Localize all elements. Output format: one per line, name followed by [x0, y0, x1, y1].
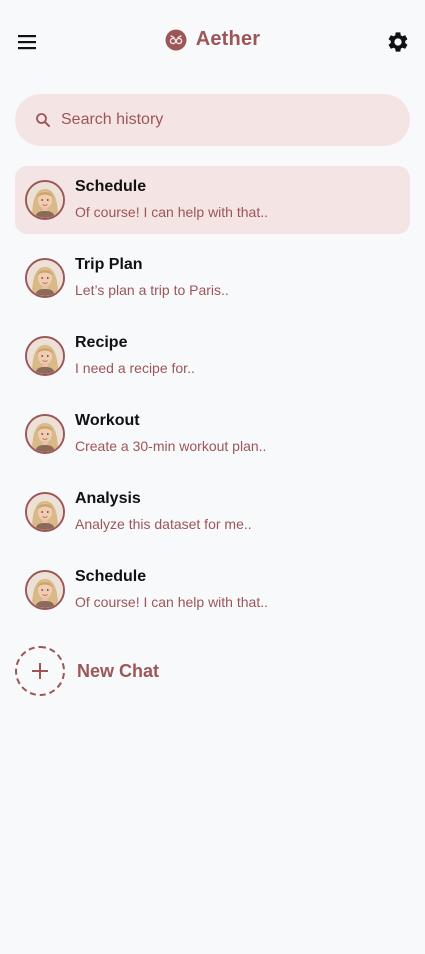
- history-item-preview: Of course! I can help with that..: [75, 594, 268, 610]
- gear-icon: [388, 32, 408, 52]
- app-name: Aether: [195, 28, 261, 50]
- history-item[interactable]: Schedule Of course! I can help with that…: [15, 556, 410, 624]
- top-app-bar: Aether: [0, 0, 425, 84]
- history-item-preview: I need a recipe for..: [75, 360, 195, 376]
- history-item-title: Analysis: [75, 490, 141, 507]
- avatar: [25, 180, 65, 220]
- user-avatar-image: [27, 260, 63, 296]
- history-item-preview: Let’s plan a trip to Paris..: [75, 282, 229, 298]
- settings-button[interactable]: [386, 30, 410, 54]
- history-item-title: Recipe: [75, 334, 128, 351]
- avatar: [25, 258, 65, 298]
- app-brand: Aether: [0, 28, 425, 56]
- user-avatar-image: [27, 338, 63, 374]
- history-item[interactable]: Trip Plan Let’s plan a trip to Paris..: [15, 244, 410, 312]
- history-item[interactable]: Workout Create a 30-min workout plan..: [15, 400, 410, 468]
- new-chat-button[interactable]: New Chat: [15, 644, 159, 698]
- search-field[interactable]: Search history: [15, 94, 410, 146]
- new-chat-label: New Chat: [77, 660, 160, 681]
- history-item[interactable]: Analysis Analyze this dataset for me..: [15, 478, 410, 546]
- avatar: [25, 492, 65, 532]
- history-item-preview: Create a 30-min workout plan..: [75, 438, 267, 454]
- user-avatar-image: [27, 182, 63, 218]
- aether-logo-icon: [165, 29, 187, 50]
- user-avatar-image: [27, 416, 63, 452]
- user-avatar-image: [27, 572, 63, 608]
- history-item-title: Schedule: [75, 178, 147, 195]
- history-item-title: Workout: [75, 412, 140, 429]
- plus-icon: [32, 663, 48, 679]
- history-item[interactable]: Schedule Of course! I can help with that…: [15, 166, 410, 234]
- history-item-title: Trip Plan: [75, 256, 143, 273]
- new-chat-circle: [15, 646, 65, 696]
- chat-history-list: Schedule Of course! I can help with that…: [15, 166, 410, 634]
- search-placeholder: Search history: [61, 111, 164, 128]
- avatar: [25, 570, 65, 610]
- history-item-preview: Of course! I can help with that..: [75, 204, 268, 220]
- history-item-preview: Analyze this dataset for me..: [75, 516, 252, 532]
- history-item[interactable]: Recipe I need a recipe for..: [15, 322, 410, 390]
- search-icon: [36, 113, 50, 127]
- user-avatar-image: [27, 494, 63, 530]
- avatar: [25, 414, 65, 454]
- avatar: [25, 336, 65, 376]
- history-item-title: Schedule: [75, 568, 147, 585]
